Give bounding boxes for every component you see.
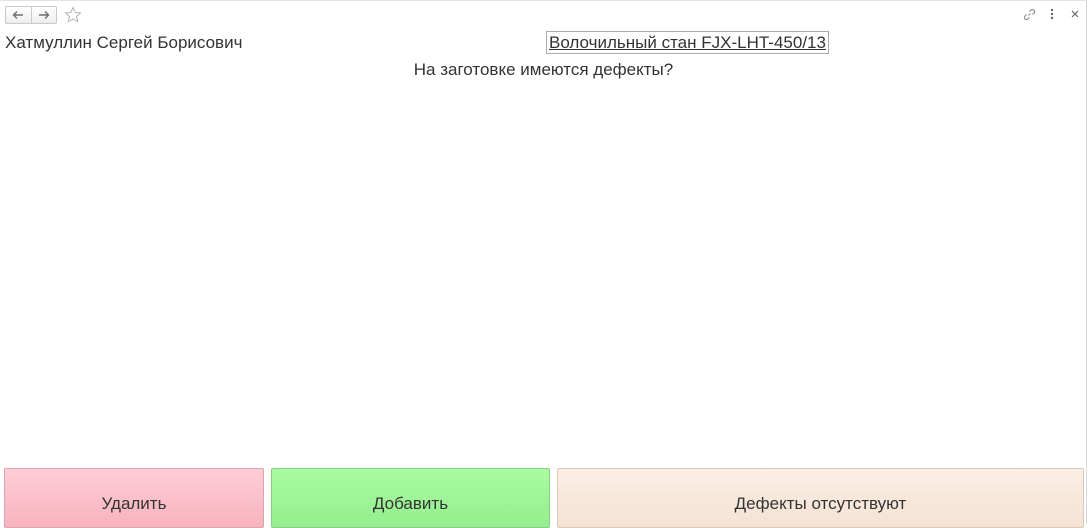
link-button[interactable] [1022,7,1036,21]
arrow-left-icon [12,11,24,19]
close-icon [1071,10,1079,18]
link-icon [1023,8,1035,20]
question-text: На заготовке имеются дефекты? [413,60,674,79]
form-window: Хатмуллин Сергей Борисович Волочильный с… [0,0,1087,528]
add-button[interactable]: Добавить [271,468,550,528]
user-name: Хатмуллин Сергей Борисович [5,33,243,52]
window-controls [1022,7,1082,21]
more-vertical-icon [1050,8,1054,20]
no-defects-button[interactable]: Дефекты отсутствуют [557,468,1084,528]
arrow-right-icon [38,11,50,19]
no-defects-button-label: Дефекты отсутствуют [734,494,907,513]
navigation-buttons [5,6,57,24]
back-button[interactable] [6,7,31,23]
favorite-button[interactable] [64,6,82,24]
delete-button-label: Удалить [101,494,167,513]
close-button[interactable] [1068,7,1082,21]
add-button-label: Добавить [372,494,449,513]
star-icon [64,6,82,23]
more-button[interactable] [1045,7,1059,21]
machine-link[interactable]: Волочильный стан FJX-LHT-450/13 [546,31,829,54]
delete-button[interactable]: Удалить [4,468,264,528]
forward-button[interactable] [30,7,57,23]
